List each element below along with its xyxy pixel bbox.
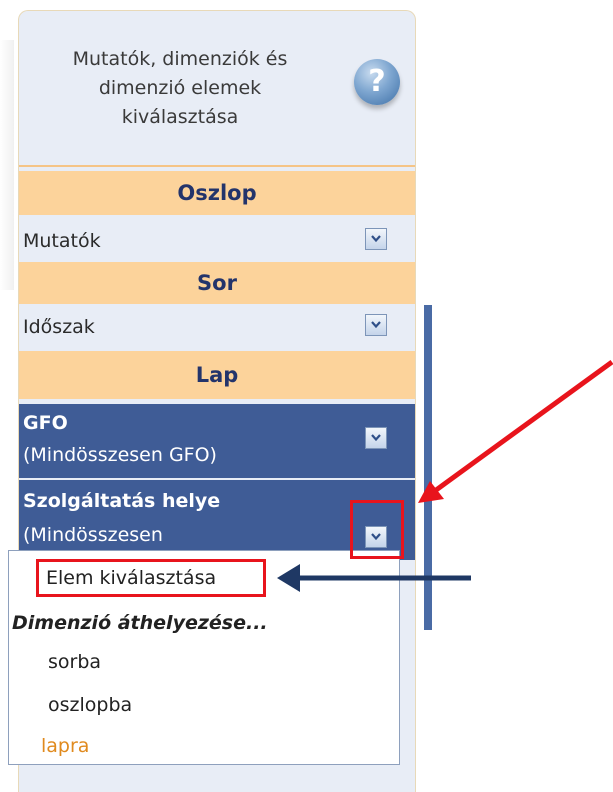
annotation-arrows [277,359,613,592]
navy-arrow-icon [277,564,471,592]
red-arrow-icon [418,359,613,503]
